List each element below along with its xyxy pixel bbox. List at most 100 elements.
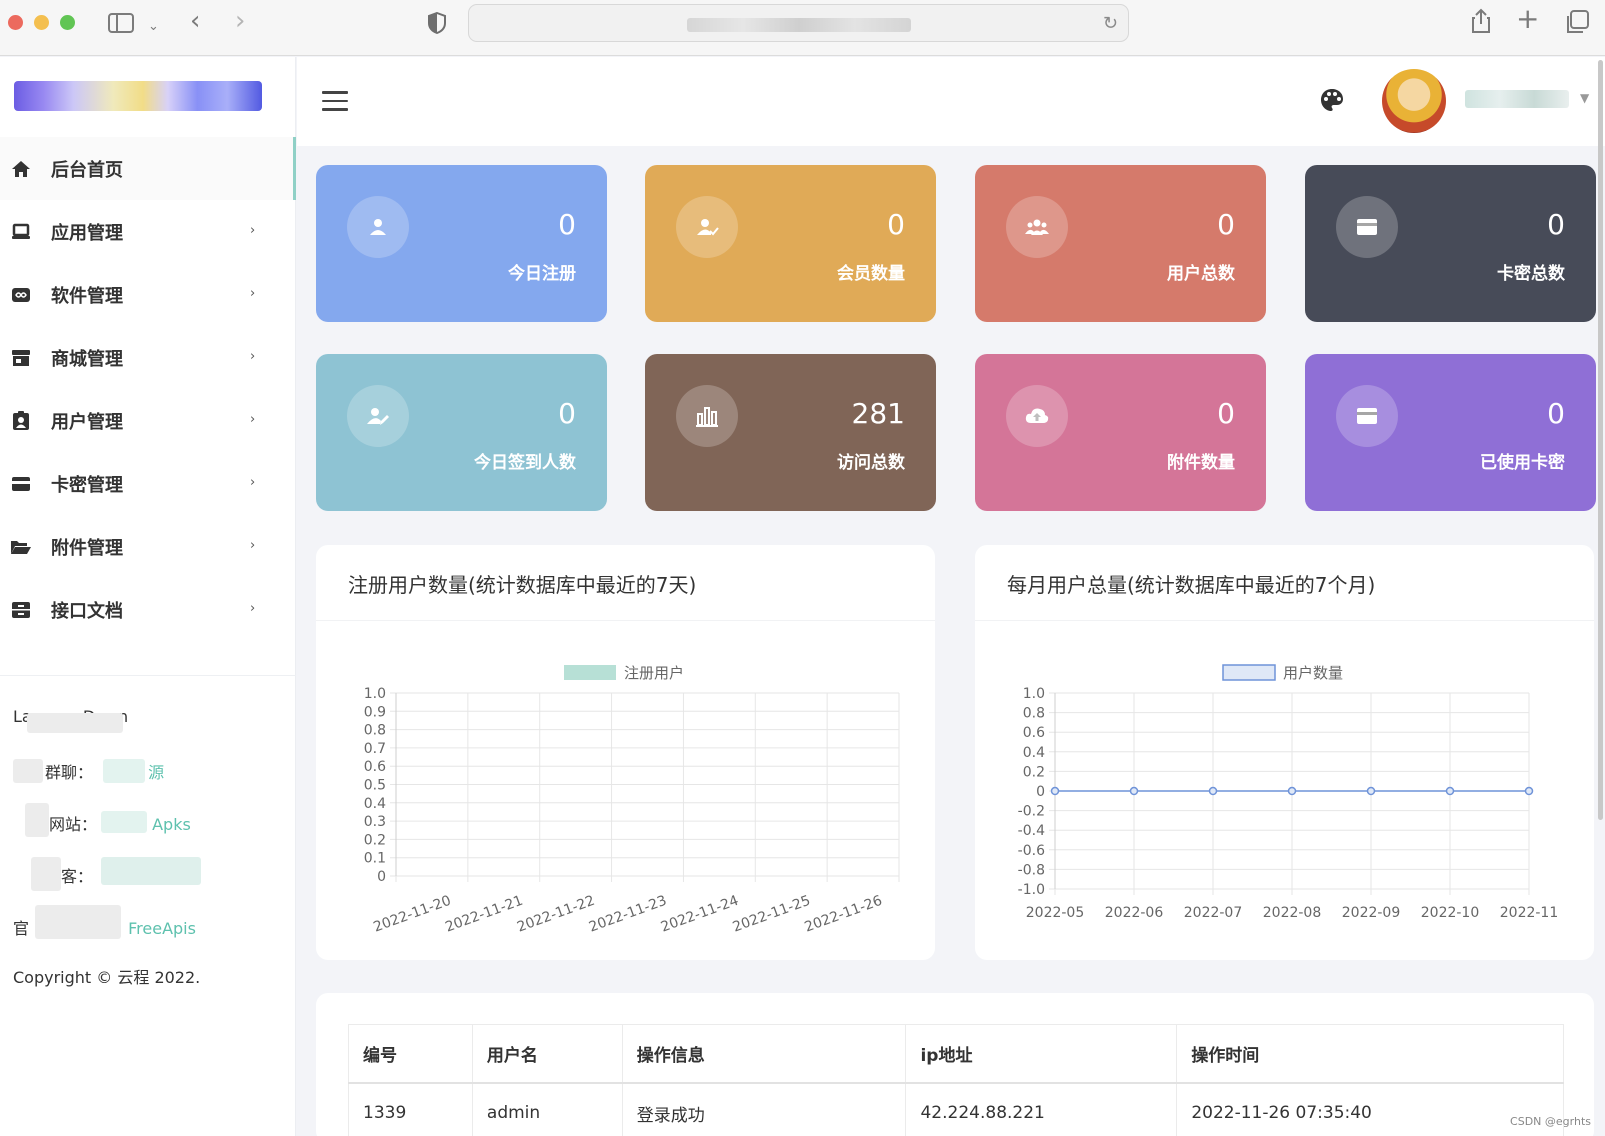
new-tab-icon[interactable]: + bbox=[1516, 5, 1539, 33]
palette-icon[interactable] bbox=[1319, 87, 1345, 113]
home-icon bbox=[10, 158, 32, 180]
data-point[interactable] bbox=[1524, 786, 1534, 796]
laptop-icon bbox=[10, 221, 32, 243]
site-logo[interactable] bbox=[14, 81, 262, 111]
table-header-cell[interactable]: ip地址 bbox=[905, 1024, 1178, 1084]
data-point[interactable] bbox=[1050, 786, 1060, 796]
back-icon[interactable]: ‹ bbox=[190, 8, 200, 34]
avatar[interactable] bbox=[1382, 69, 1446, 133]
y-tick-label: 0.2 bbox=[364, 832, 386, 848]
sidebar-item-users[interactable]: 用户管理 › bbox=[0, 389, 296, 452]
chevron-right-icon: › bbox=[250, 412, 256, 427]
stat-label: 今日注册 bbox=[508, 264, 576, 284]
data-point[interactable] bbox=[1208, 786, 1218, 796]
sidebar-item-label: 用户管理 bbox=[51, 411, 123, 433]
address-bar[interactable]: ↻ bbox=[468, 4, 1129, 42]
monthly-users-line-chart: 用户数量 1.0 0.8 0.6 0.4 0.2 0 -0.2 -0.4 -0.6 -0.8 -1.0… bbox=[1018, 664, 1559, 921]
store-icon bbox=[10, 347, 32, 369]
stat-card[interactable]: 0 用户总数 bbox=[975, 165, 1266, 322]
sidebar-item-api-docs[interactable]: 接口文档 › bbox=[0, 578, 296, 641]
user-icon bbox=[347, 196, 409, 258]
caret-down-icon[interactable]: ▼ bbox=[1580, 91, 1589, 105]
data-point[interactable] bbox=[1366, 786, 1376, 796]
cloud-upload-icon bbox=[1006, 385, 1068, 447]
sidebar-item-label: 商城管理 bbox=[51, 348, 123, 370]
chevron-right-icon: › bbox=[250, 475, 256, 490]
table-cell: 1339 bbox=[348, 1082, 473, 1136]
sidebar-toggle-icon[interactable] bbox=[108, 12, 134, 34]
minimize-window-button[interactable] bbox=[34, 15, 49, 30]
y-tick-label: 0.9 bbox=[364, 704, 386, 720]
operation-log-panel: 编号 用户名 操作信息 ip地址 操作时间 1339 admin 登录成功 42.224.88… bbox=[316, 993, 1594, 1136]
y-tick-label: -1.0 bbox=[1018, 882, 1045, 898]
close-window-button[interactable] bbox=[8, 15, 23, 30]
table-header-cell[interactable]: 操作时间 bbox=[1176, 1024, 1564, 1084]
x-tick-label: 2022-11-24 bbox=[659, 893, 741, 936]
y-tick-label: 0 bbox=[377, 869, 386, 885]
stat-card[interactable]: 0 卡密总数 bbox=[1305, 165, 1596, 322]
stat-value: 0 bbox=[558, 208, 576, 241]
legend-label[interactable]: 用户数量 bbox=[1283, 664, 1343, 682]
chevron-right-icon: › bbox=[250, 349, 256, 364]
infinity-icon bbox=[10, 284, 32, 306]
sidebar-item-apps[interactable]: 应用管理 › bbox=[0, 200, 296, 263]
maximize-window-button[interactable] bbox=[60, 15, 75, 30]
sidebar-item-store[interactable]: 商城管理 › bbox=[0, 326, 296, 389]
site-info: La Down 群聊： 源 网站： Apks 客： 官 FreeApis bbox=[13, 707, 283, 967]
x-tick-label: 2022-11-21 bbox=[443, 893, 525, 936]
reload-icon[interactable]: ↻ bbox=[1103, 13, 1118, 34]
stat-card[interactable]: 281 访问总数 bbox=[645, 354, 936, 511]
card-icon bbox=[1336, 196, 1398, 258]
stat-card[interactable]: 0 今日注册 bbox=[316, 165, 607, 322]
info-row-group-chat: 群聊： 源 bbox=[13, 759, 283, 811]
table-row[interactable]: 1339 admin 登录成功 42.224.88.221 2022-11-26 07:… bbox=[348, 1082, 1564, 1136]
stat-label: 用户总数 bbox=[1167, 264, 1235, 284]
y-tick-label: 0.2 bbox=[1023, 764, 1045, 780]
share-icon[interactable] bbox=[1470, 8, 1492, 34]
table-cell: admin bbox=[471, 1082, 623, 1136]
sidebar-item-label: 软件管理 bbox=[51, 285, 123, 307]
tabs-overview-icon[interactable] bbox=[1565, 10, 1589, 34]
chevron-right-icon: › bbox=[250, 286, 256, 301]
id-badge-icon bbox=[10, 410, 32, 432]
table-header-cell[interactable]: 编号 bbox=[348, 1024, 473, 1084]
forward-icon[interactable]: › bbox=[235, 8, 245, 34]
website-link[interactable]: Apks bbox=[152, 815, 191, 834]
stat-card[interactable]: 0 会员数量 bbox=[645, 165, 936, 322]
legend-swatch[interactable] bbox=[564, 665, 616, 680]
chart-panel-monthly-users: 每月用户总量(统计数据库中最近的7个月) 用户数量 1.0 0.8 0.6 0.4 0.2… bbox=[975, 545, 1594, 960]
group-chat-link[interactable]: 源 bbox=[148, 759, 164, 783]
shield-icon[interactable] bbox=[427, 12, 447, 34]
sidebar-item-home[interactable]: 后台首页 bbox=[0, 137, 296, 200]
x-tick-label: 2022-09 bbox=[1342, 905, 1401, 921]
stat-card[interactable]: 0 附件数量 bbox=[975, 354, 1266, 511]
chevron-down-icon[interactable]: ⌄ bbox=[148, 16, 159, 38]
table-cell: 42.224.88.221 bbox=[905, 1082, 1178, 1136]
y-tick-label: -0.8 bbox=[1018, 862, 1045, 878]
stat-card[interactable]: 0 已使用卡密 bbox=[1305, 354, 1596, 511]
stat-label: 卡密总数 bbox=[1497, 264, 1565, 284]
user-name[interactable] bbox=[1465, 90, 1569, 108]
y-tick-label: -0.4 bbox=[1018, 823, 1045, 839]
data-point[interactable] bbox=[1129, 786, 1139, 796]
table-header-cell[interactable]: 用户名 bbox=[471, 1024, 623, 1084]
y-tick-label: 1.0 bbox=[364, 686, 386, 702]
table-header-cell[interactable]: 操作信息 bbox=[621, 1024, 907, 1084]
sidebar-item-software[interactable]: 软件管理 › bbox=[0, 263, 296, 326]
sidebar-item-label: 附件管理 bbox=[51, 537, 123, 559]
stat-card[interactable]: 0 今日签到人数 bbox=[316, 354, 607, 511]
y-tick-label: 0 bbox=[1036, 784, 1045, 800]
page-scrollbar[interactable] bbox=[1598, 60, 1603, 820]
data-point[interactable] bbox=[1287, 786, 1297, 796]
browser-toolbar: ⌄ ‹ › ↻ + bbox=[0, 0, 1605, 56]
legend-label[interactable]: 注册用户 bbox=[624, 664, 684, 682]
data-point[interactable] bbox=[1445, 786, 1455, 796]
legend-swatch[interactable] bbox=[1222, 664, 1276, 681]
y-tick-label: 0.8 bbox=[364, 723, 386, 739]
sidebar-item-cards[interactable]: 卡密管理 › bbox=[0, 452, 296, 515]
stat-value: 0 bbox=[558, 397, 576, 430]
sidebar-item-attachments[interactable]: 附件管理 › bbox=[0, 515, 296, 578]
y-tick-label: 1.0 bbox=[1023, 686, 1045, 702]
api-link[interactable]: FreeApis bbox=[128, 919, 196, 938]
menu-toggle-icon[interactable] bbox=[322, 91, 348, 111]
